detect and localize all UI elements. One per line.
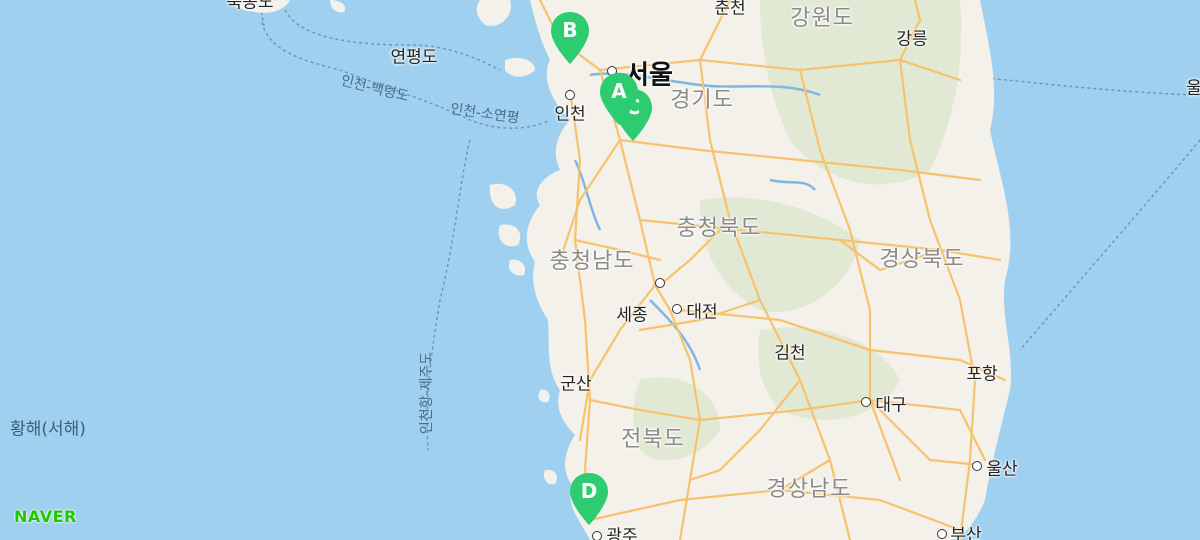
- label-gimcheon: 김천: [774, 343, 806, 364]
- marker-label-d: D: [580, 479, 598, 503]
- label-ulsan: 울산: [986, 459, 1018, 480]
- city-dot-incheon: [565, 90, 575, 100]
- label-jeonbuk: 전북도: [621, 427, 685, 452]
- map-marker-a[interactable]: A: [597, 71, 641, 127]
- label-gunsan: 군산: [560, 374, 592, 395]
- city-dot-daejeon: [672, 304, 682, 314]
- label-chuncheon: 춘천: [714, 0, 746, 19]
- label-daegu: 대구: [875, 395, 907, 416]
- label-buk: 북동도: [226, 0, 274, 13]
- label-ul: 울: [1186, 78, 1200, 99]
- map-marker-b[interactable]: B: [548, 10, 592, 66]
- label-yellow-sea: 황해(서해): [10, 419, 86, 440]
- label-chungbuk: 충청북도: [676, 216, 762, 241]
- label-pohang: 포항: [966, 364, 998, 385]
- label-gwangju: 광주: [606, 526, 638, 540]
- label-daejeon: 대전: [686, 302, 718, 323]
- city-dot-ulsan: [972, 461, 982, 471]
- city-dot-busan: [937, 529, 947, 539]
- naver-logo[interactable]: NAVER: [14, 507, 77, 526]
- city-dot-sejong: [655, 278, 665, 288]
- marker-label-a: A: [611, 79, 627, 103]
- label-gangwon: 강원도: [790, 6, 854, 31]
- marker-label-b: B: [562, 18, 578, 42]
- label-chungnam: 충청남도: [549, 249, 635, 274]
- map-marker-d[interactable]: D: [567, 471, 611, 527]
- label-sejong: 세종: [616, 305, 648, 326]
- label-gyeongnam: 경상남도: [766, 477, 852, 502]
- city-dot-gwangju: [592, 531, 602, 540]
- city-dot-daegu: [861, 397, 871, 407]
- label-gyeongbuk: 경상북도: [879, 247, 965, 272]
- label-yeonpyeong: 연평도: [390, 47, 438, 68]
- label-route-jeju: 인천항-제주도: [419, 351, 435, 435]
- map-view[interactable]: 북동도 춘천 강원도 연평도 강릉 서울 경기도 인천-백령도 인천-소연평 인…: [0, 0, 1200, 540]
- label-gyeonggi: 경기도: [670, 88, 734, 113]
- label-gangneung: 강릉: [896, 29, 928, 50]
- label-busan: 부산: [950, 525, 982, 540]
- label-incheon: 인천: [554, 104, 586, 125]
